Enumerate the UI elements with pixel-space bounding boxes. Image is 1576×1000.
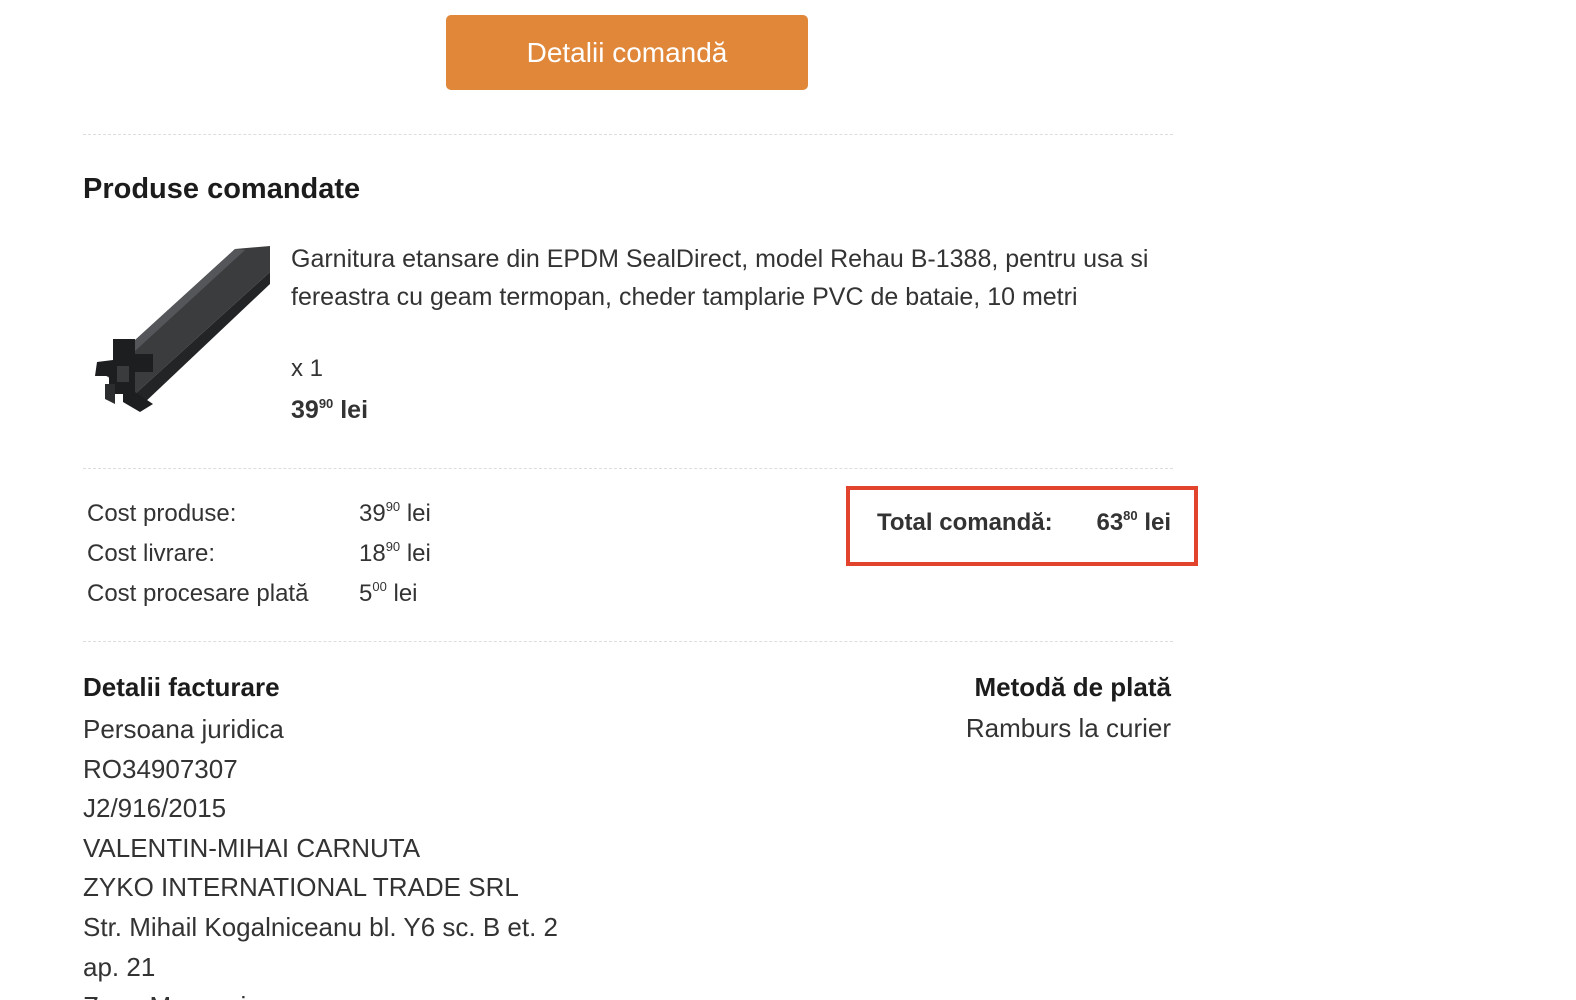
cost-delivery-label: Cost livrare: <box>87 540 216 567</box>
order-total-label: Total comandă: <box>877 509 1053 536</box>
cost-products-value: 3990 lei <box>359 500 431 528</box>
divider <box>83 134 1173 135</box>
order-details-button[interactable]: Detalii comandă <box>446 15 808 90</box>
billing-details-title: Detalii facturare <box>83 672 280 702</box>
billing-line: J2/916/2015 <box>83 793 227 824</box>
order-total-value: 6380 lei <box>1096 509 1171 537</box>
total-currency: lei <box>1144 509 1171 536</box>
cost-delivery-value: 1890 lei <box>359 540 431 568</box>
payment-method-title: Metodă de plată <box>974 672 1171 702</box>
billing-line: Str. Mihail Kogalniceanu bl. Y6 sc. B et… <box>83 911 559 942</box>
product-price: 3990 lei <box>291 396 368 425</box>
payment-method-value: Ramburs la curier <box>965 713 1171 743</box>
ordered-products-title: Produse comandate <box>83 173 361 205</box>
order-confirmation-page: Detalii comandă Produse comandate Garnit… <box>0 0 1576 1000</box>
cost-processing-value: 500 lei <box>359 580 418 608</box>
cost-dec: 90 <box>385 499 401 514</box>
price-currency: lei <box>340 396 369 424</box>
cost-int: 39 <box>359 500 386 527</box>
billing-line: ZYKO INTERNATIONAL TRADE SRL <box>83 872 519 903</box>
billing-line: Persoana juridica <box>83 714 284 744</box>
product-quantity: x 1 <box>291 355 324 382</box>
cost-processing-label: Cost procesare plată <box>87 580 309 607</box>
price-int: 39 <box>291 396 319 424</box>
cost-int: 5 <box>359 580 373 607</box>
billing-line: RO34907307 <box>83 753 238 784</box>
billing-details-list: Persoana juridica RO34907307 J2/916/2015… <box>83 710 558 1000</box>
cost-dec: 00 <box>372 579 387 594</box>
total-dec: 80 <box>1123 508 1138 523</box>
divider <box>83 468 1173 469</box>
rubber-seal-profile-image <box>95 246 270 412</box>
cost-currency: lei <box>406 540 431 567</box>
billing-line: ap. 21 <box>83 951 156 982</box>
cost-int: 18 <box>359 540 386 567</box>
billing-line: Zona Macaveiu <box>83 987 558 1000</box>
price-dec: 90 <box>318 396 334 411</box>
cost-currency: lei <box>393 580 418 607</box>
cost-products-label: Cost produse: <box>87 500 237 527</box>
product-description[interactable]: Garnitura etansare din EPDM SealDirect, … <box>291 240 1171 316</box>
billing-line: VALENTIN-MIHAI CARNUTA <box>83 832 421 863</box>
divider <box>83 641 1173 642</box>
cost-currency: lei <box>406 500 431 527</box>
cost-dec: 90 <box>385 539 401 554</box>
total-int: 63 <box>1096 509 1124 536</box>
